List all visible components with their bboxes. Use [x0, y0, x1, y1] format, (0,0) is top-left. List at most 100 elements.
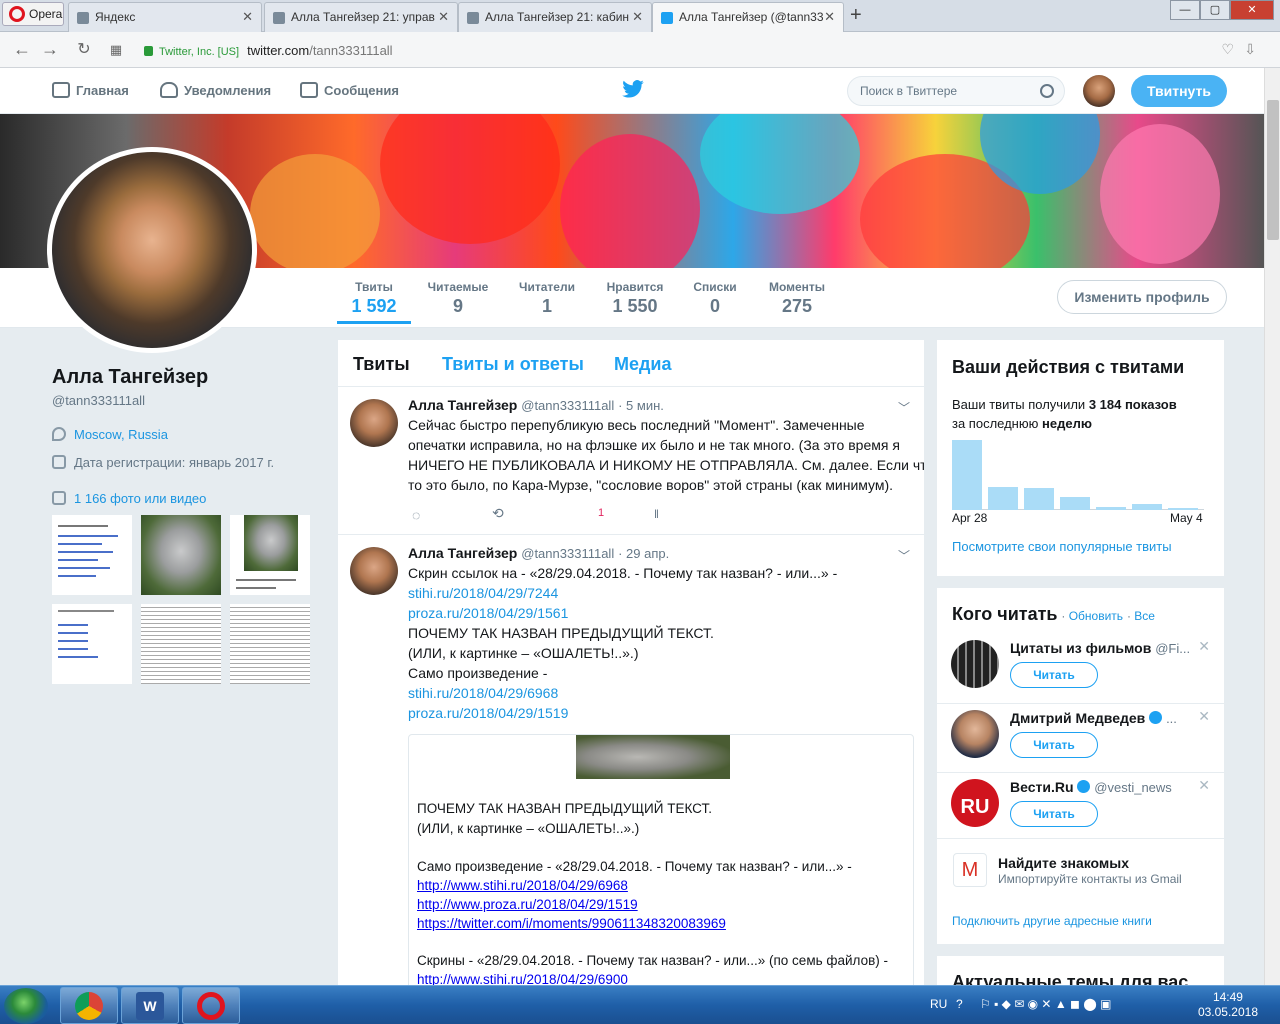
minimize-button[interactable]: — — [1170, 0, 1200, 20]
profile-name[interactable]: Алла Тангейзер — [52, 366, 208, 389]
nav-messages[interactable]: Сообщения — [300, 82, 399, 98]
forward-icon[interactable]: → — [40, 39, 60, 60]
tab-close-icon[interactable]: ✕ — [632, 9, 643, 25]
tab-close-icon[interactable]: ✕ — [824, 9, 835, 25]
stat-likes[interactable]: Нравится 1 550 — [603, 280, 667, 317]
tweet[interactable]: Алла Тангейзер @tann333111all · 29 апр. … — [338, 534, 924, 990]
tab-media[interactable]: Медиа — [614, 354, 672, 375]
tweet[interactable]: Алла Тангейзер @tann333111all · 5 мин. ﹀… — [338, 386, 924, 534]
media-thumbnail[interactable] — [230, 604, 310, 684]
impressions-bar[interactable] — [1132, 504, 1162, 510]
embedded-link[interactable]: http://www.stihi.ru/2018/04/29/6968 — [417, 878, 628, 893]
tweet-avatar[interactable] — [350, 547, 398, 595]
tab-close-icon[interactable]: ✕ — [242, 9, 253, 25]
suggestion-name[interactable]: Дмитрий Медведев ... — [1010, 710, 1177, 726]
url-field[interactable]: Twitter, Inc. [US] twitter.com/tann333111… — [136, 37, 1268, 63]
download-icon[interactable]: ⇩ — [1244, 41, 1256, 58]
embedded-image[interactable]: ПОЧЕМУ ТАК НАЗВАН ПРЕДЫДУЩИЙ ТЕКСТ. (ИЛИ… — [408, 734, 914, 990]
language-indicator[interactable]: RU — [930, 997, 947, 1011]
media-link[interactable]: 1 166 фото или видео — [74, 491, 206, 506]
speed-dial-icon[interactable]: ▦ — [106, 42, 126, 58]
page-scrollbar[interactable] — [1264, 68, 1280, 985]
suggestion-name[interactable]: Вести.Ru @vesti_news — [1010, 779, 1172, 795]
stat-following[interactable]: Читаемые 9 — [424, 280, 492, 317]
nav-home[interactable]: Главная — [52, 82, 129, 98]
like-count[interactable]: 1 — [598, 507, 604, 519]
tweet-link[interactable]: proza.ru/2018/04/29/1561 — [408, 605, 568, 621]
tweet-author-handle[interactable]: @tann333111all — [521, 546, 614, 561]
retweet-icon[interactable]: ⟲ — [492, 505, 504, 522]
embedded-link[interactable]: https://twitter.com/i/moments/9906113483… — [417, 916, 726, 931]
new-tab-button[interactable]: + — [850, 4, 862, 27]
taskbar-opera[interactable] — [182, 987, 240, 1024]
tweet-link[interactable]: proza.ru/2018/04/29/1519 — [408, 705, 568, 721]
refresh-link[interactable]: Обновить — [1069, 609, 1123, 623]
tweet-author-name[interactable]: Алла Тангейзер — [408, 397, 517, 413]
reply-icon[interactable]: ◌ — [412, 507, 420, 523]
dismiss-icon[interactable]: ✕ — [1198, 638, 1210, 655]
tab-blog-cabinet[interactable]: Алла Тангейзер 21: кабин ✕ — [458, 2, 652, 32]
impressions-chart[interactable] — [952, 438, 1204, 510]
tweet-timestamp[interactable]: · 5 мин. — [618, 398, 664, 413]
media-thumbnail[interactable] — [141, 604, 221, 684]
vesti-logo-icon[interactable]: RU — [951, 779, 999, 827]
taskbar-chrome[interactable] — [60, 987, 118, 1024]
tweet-link[interactable]: stihi.ru/2018/04/29/7244 — [408, 585, 558, 601]
tweet-author-handle[interactable]: @tann333111all — [521, 398, 614, 413]
media-thumbnail[interactable] — [141, 515, 221, 595]
connect-address-books-link[interactable]: Подключить другие адресные книги — [952, 914, 1152, 928]
tweet-timestamp[interactable]: · 29 апр. — [618, 546, 669, 561]
twitter-bird-icon[interactable] — [622, 80, 644, 98]
tray-icons[interactable]: ⚐ ▪ ◆ ✉ ◉ ✕ ▲ ◼ ⬤ ▣ — [980, 997, 1111, 1011]
back-icon[interactable]: ← — [12, 39, 32, 60]
dismiss-icon[interactable]: ✕ — [1198, 777, 1210, 794]
nav-notifications[interactable]: Уведомления — [160, 82, 271, 98]
suggestion-avatar[interactable] — [951, 640, 999, 688]
suggestion-avatar[interactable] — [951, 710, 999, 758]
impressions-bar[interactable] — [1060, 497, 1090, 510]
taskbar-word[interactable]: W — [121, 987, 179, 1024]
impressions-bar[interactable] — [952, 440, 982, 510]
chevron-down-icon[interactable]: ﹀ — [898, 399, 910, 416]
tab-yandex[interactable]: Яндекс ✕ — [68, 2, 262, 32]
search-icon[interactable] — [1040, 84, 1054, 98]
media-thumbnail[interactable] — [230, 515, 310, 595]
view-all-link[interactable]: Все — [1134, 609, 1155, 623]
top-tweets-link[interactable]: Посмотрите свои популярные твиты — [952, 539, 1172, 554]
impressions-bar[interactable] — [988, 487, 1018, 510]
help-icon[interactable]: ? — [956, 997, 963, 1011]
location-link[interactable]: Moscow, Russia — [74, 427, 168, 442]
impressions-bar[interactable] — [1168, 508, 1198, 510]
maximize-button[interactable]: ▢ — [1200, 0, 1230, 20]
impressions-bar[interactable] — [1096, 507, 1126, 510]
edit-profile-button[interactable]: Изменить профиль — [1057, 280, 1227, 314]
clock[interactable]: 14:49 03.05.2018 — [1198, 990, 1258, 1020]
stat-moments[interactable]: Моменты 275 — [765, 280, 829, 317]
opera-menu-button[interactable]: Opera — [2, 2, 64, 26]
tab-tweets-and-replies[interactable]: Твиты и ответы — [442, 354, 584, 375]
reload-icon[interactable]: ↻ — [74, 39, 94, 59]
search-input[interactable]: Поиск в Твиттере — [847, 76, 1065, 106]
media-thumbnail[interactable] — [52, 604, 132, 684]
bookmark-heart-icon[interactable]: ♡ — [1221, 41, 1234, 58]
tweet-button[interactable]: Твитнуть — [1131, 75, 1227, 107]
follow-button[interactable]: Читать — [1010, 801, 1098, 827]
chevron-down-icon[interactable]: ﹀ — [898, 547, 910, 564]
follow-button[interactable]: Читать — [1010, 662, 1098, 688]
stat-tweets[interactable]: Твиты 1 592 — [337, 280, 411, 324]
start-button[interactable] — [4, 988, 48, 1024]
tweet-avatar[interactable] — [350, 399, 398, 447]
tweet-link[interactable]: stihi.ru/2018/04/29/6968 — [408, 685, 558, 701]
tab-close-icon[interactable]: ✕ — [438, 9, 449, 25]
analytics-icon[interactable]: ‖ — [654, 507, 659, 521]
close-window-button[interactable]: ✕ — [1230, 0, 1274, 20]
stat-lists[interactable]: Списки 0 — [690, 280, 740, 317]
suggestion-name[interactable]: Цитаты из фильмов @Fi... — [1010, 640, 1190, 656]
stat-followers[interactable]: Читатели 1 — [516, 280, 578, 317]
tab-tweets[interactable]: Твиты — [353, 354, 410, 375]
follow-button[interactable]: Читать — [1010, 732, 1098, 758]
dismiss-icon[interactable]: ✕ — [1198, 708, 1210, 725]
tab-twitter-profile[interactable]: Алла Тангейзер (@tann33 ✕ — [652, 2, 844, 33]
account-avatar[interactable] — [1083, 75, 1115, 107]
tab-blog-manage[interactable]: Алла Тангейзер 21: управ ✕ — [264, 2, 458, 32]
